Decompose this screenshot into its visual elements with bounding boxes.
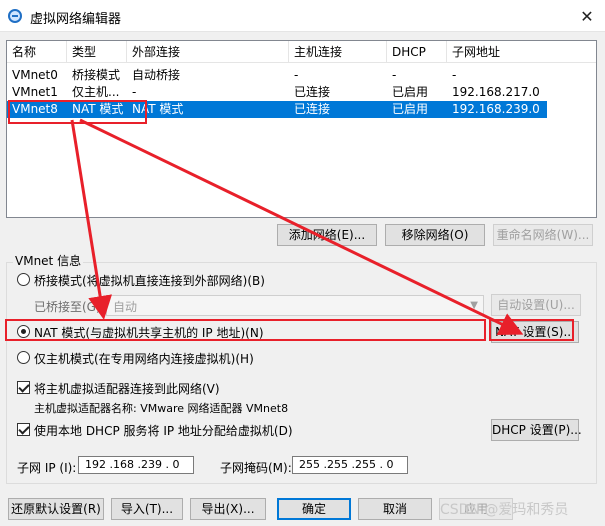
cell-name: VMnet8 [12,102,58,116]
cell-dhcp: 已启用 [392,102,429,116]
bridge-radio[interactable] [17,273,30,286]
cell-dhcp: 已启用 [392,85,429,99]
host-only-radio[interactable] [17,351,30,364]
connect-adapter-checkbox[interactable] [17,381,30,394]
col-header-subnet[interactable]: 子网地址 [447,41,596,63]
bridge-option-label[interactable]: 桥接模式(将虚拟机直接连接到外部网络)(B) [34,272,265,289]
restore-defaults-button[interactable]: 还原默认设置(R) [8,498,104,520]
cell-type: NAT 模式 [72,102,124,116]
table-row[interactable]: VMnet1 仅主机... - 已连接 已启用 192.168.217.0 [7,84,596,101]
use-dhcp-label[interactable]: 使用本地 DHCP 服务将 IP 地址分配给虚拟机(D) [34,422,293,439]
bridged-to-value: 自动 [113,300,138,314]
title-bar: 虚拟网络编辑器 ✕ [0,0,605,32]
subnet-mask-input[interactable]: 255 .255 .255 . 0 [292,456,408,474]
watermark: CSDN @爱玛和秀员 [440,502,569,518]
remove-network-button[interactable]: 移除网络(O) [385,224,485,246]
nat-settings-button[interactable]: NAT 设置(S)... [491,321,579,343]
nat-option-label[interactable]: NAT 模式(与虚拟机共享主机的 IP 地址)(N) [34,324,264,341]
chevron-down-icon: ▼ [470,300,478,311]
subnet-mask-label: 子网掩码(M): [220,461,292,475]
close-icon: ✕ [580,6,594,26]
cell-type: 桥接模式 [72,68,121,82]
cell-host: 已连接 [294,85,331,99]
col-header-dhcp[interactable]: DHCP [387,41,447,63]
col-header-type[interactable]: 类型 [67,41,127,63]
rename-network-button[interactable]: 重命名网络(W)... [493,224,593,246]
cell-dhcp: - [392,68,397,82]
host-only-option-label[interactable]: 仅主机模式(在专用网络内连接虚拟机)(H) [34,350,254,367]
network-app-icon [8,9,22,23]
window-title: 虚拟网络编辑器 [30,12,122,27]
cell-external: NAT 模式 [132,102,184,116]
cell-name: VMnet1 [12,85,58,99]
connect-adapter-label[interactable]: 将主机虚拟适配器连接到此网络(V) [34,380,220,397]
subnet-ip-label: 子网 IP (I): [17,461,77,475]
cell-host: - [294,68,299,82]
col-header-external[interactable]: 外部连接 [127,41,289,63]
bridged-to-label: 已桥接至(G): [34,300,105,314]
export-button[interactable]: 导出(X)... [190,498,266,520]
table-row[interactable]: VMnet0 桥接模式 自动桥接 - - - [7,67,596,84]
network-list[interactable]: 名称 类型 外部连接 主机连接 DHCP 子网地址 VMnet0 桥接模式 自动… [6,40,597,218]
dhcp-settings-button[interactable]: DHCP 设置(P)... [491,419,582,441]
adapter-name-text: 主机虚拟适配器名称: VMware 网络适配器 VMnet8 [34,402,289,415]
ok-button[interactable]: 确定 [277,498,351,520]
list-header: 名称 类型 外部连接 主机连接 DHCP 子网地址 [7,41,596,63]
table-row-selected[interactable]: VMnet8 NAT 模式 NAT 模式 已连接 已启用 192.168.239… [7,101,547,118]
cell-subnet: - [452,68,457,82]
auto-settings-button[interactable]: 自动设置(U)... [491,294,581,316]
cell-external: - [132,85,137,99]
import-button[interactable]: 导入(T)... [111,498,183,520]
col-header-host[interactable]: 主机连接 [289,41,387,63]
col-header-name[interactable]: 名称 [7,41,67,63]
use-dhcp-checkbox[interactable] [17,423,30,436]
cancel-button[interactable]: 取消 [358,498,432,520]
bridged-to-select[interactable]: 自动 ▼ [106,295,484,316]
subnet-ip-input[interactable]: 192 .168 .239 . 0 [78,456,194,474]
cell-subnet: 192.168.217.0 [452,85,540,99]
nat-radio[interactable] [17,325,30,338]
cell-host: 已连接 [294,102,331,116]
close-button[interactable]: ✕ [569,0,605,32]
add-network-button[interactable]: 添加网络(E)... [277,224,377,246]
cell-subnet: 192.168.239.0 [452,102,540,116]
cell-external: 自动桥接 [132,68,181,82]
cell-name: VMnet0 [12,68,58,82]
vmnet-info-title: VMnet 信息 [13,252,84,269]
cell-type: 仅主机... [72,85,120,99]
